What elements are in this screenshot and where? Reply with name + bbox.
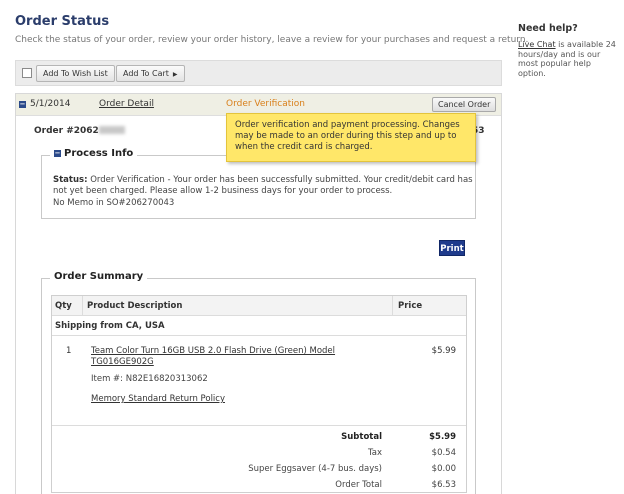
subtotal-label: Subtotal <box>341 432 382 442</box>
order-detail-link[interactable]: Order Detail <box>99 99 154 109</box>
process-info-legend: − Process Info <box>50 148 138 159</box>
add-to-wish-list-button[interactable]: Add To Wish List <box>36 65 115 82</box>
process-info-title: Process Info <box>64 148 134 159</box>
help-panel: Need help? Live Chat is available 24 hou… <box>518 23 618 78</box>
order-verification-tooltip: Order verification and payment processin… <box>226 113 476 162</box>
print-button[interactable]: Print <box>439 240 465 256</box>
item-qty: 1 <box>66 346 72 356</box>
description-header: Product Description <box>87 301 183 311</box>
memo-text: No Memo in SO#206270043 <box>53 198 175 208</box>
shipping-from-row: Shipping from CA, USA <box>52 316 466 336</box>
add-to-cart-button[interactable]: Add To Cart ▶ <box>116 65 185 82</box>
table-header-row: Qty Product Description Price <box>52 296 466 316</box>
subtotal-value: $5.99 <box>429 432 456 442</box>
help-text: Live Chat is available 24 hours/day and … <box>518 40 618 78</box>
wish-label: Add To Wish List <box>43 69 108 78</box>
page-title: Order Status <box>15 14 110 29</box>
status-label: Status: <box>53 175 88 185</box>
cancel-order-button[interactable]: Cancel Order <box>432 97 497 112</box>
order-number: Order #2062 <box>34 126 125 136</box>
order-date: 5/1/2014 <box>30 99 71 109</box>
return-policy-link[interactable]: Memory Standard Return Policy <box>91 394 225 404</box>
order-summary-title: Order Summary <box>50 271 148 282</box>
qty-header: Qty <box>55 301 72 311</box>
redacted-digits <box>98 126 125 134</box>
select-all-checkbox[interactable] <box>22 68 32 78</box>
order-total-value: $6.53 <box>431 480 456 490</box>
order-total-label: Order Total <box>335 480 382 490</box>
order-summary-box: Order Summary Qty Product Description Pr… <box>41 271 476 494</box>
order-toolbar: Add To Wish List Add To Cart ▶ <box>15 60 502 86</box>
price-header: Price <box>398 301 423 311</box>
cart-label: Add To Cart <box>123 69 169 78</box>
process-info-box: − Process Info Status: Order Verification… <box>41 148 476 219</box>
live-chat-link[interactable]: Live Chat <box>518 40 556 49</box>
order-summary-table: Qty Product Description Price Shipping f… <box>51 295 467 493</box>
order-step-status[interactable]: Order Verification <box>226 99 305 109</box>
shipping-value: $0.00 <box>431 464 456 474</box>
order-number-text: Order #2062 <box>34 126 99 136</box>
tax-value: $0.54 <box>431 448 456 458</box>
item-number: Item #: N82E16820313062 <box>91 374 208 384</box>
status-text: Status: Order Verification - Your order … <box>53 175 473 197</box>
tax-label: Tax <box>367 448 382 458</box>
collapse-order-icon[interactable]: − <box>19 101 26 108</box>
status-message: Order Verification - Your order has been… <box>53 175 473 196</box>
collapse-process-icon[interactable]: − <box>54 150 61 157</box>
shipping-from: Shipping from CA, USA <box>55 321 165 331</box>
product-name-link[interactable]: Team Color Turn 16GB USB 2.0 Flash Drive… <box>91 346 391 368</box>
help-title: Need help? <box>518 23 578 34</box>
table-row: 1 Team Color Turn 16GB USB 2.0 Flash Dri… <box>52 336 466 426</box>
column-divider <box>392 296 393 315</box>
column-divider <box>82 296 83 315</box>
page-subtitle: Check the status of your order, review y… <box>15 35 529 45</box>
totals-section: Subtotal $5.99 Tax $0.54 Super Eggsaver … <box>52 426 466 492</box>
shipping-label: Super Eggsaver (4-7 bus. days) <box>248 464 382 474</box>
item-price: $5.99 <box>431 346 456 356</box>
caret-right-icon: ▶ <box>172 71 178 78</box>
